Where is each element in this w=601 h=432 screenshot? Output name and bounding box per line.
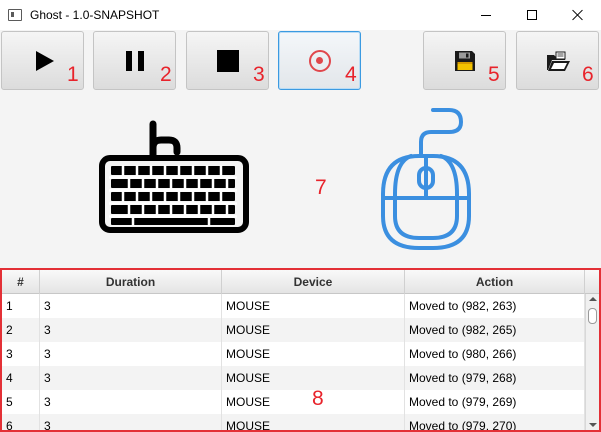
cell-index: 1 xyxy=(2,294,40,318)
device-illustration: 7 xyxy=(0,92,601,268)
marker-label: 6 xyxy=(582,63,594,86)
record-button[interactable]: 4 xyxy=(278,31,361,90)
cell-duration: 3 xyxy=(40,366,222,390)
table-scrollbar[interactable] xyxy=(585,294,599,430)
cell-index: 4 xyxy=(2,366,40,390)
open-button[interactable]: 6 xyxy=(516,31,599,90)
cell-device: MOUSE xyxy=(222,342,405,366)
marker-label: 3 xyxy=(253,63,265,86)
table-row[interactable]: 3 3 MOUSE Moved to (980, 266) xyxy=(2,342,585,366)
marker-label: 7 xyxy=(315,176,327,199)
open-folder-icon xyxy=(546,51,570,71)
stop-button[interactable]: 3 xyxy=(186,31,269,90)
marker-label: 4 xyxy=(345,63,357,86)
pause-button[interactable]: 2 xyxy=(93,31,176,90)
close-icon xyxy=(572,9,584,21)
column-header-device[interactable]: Device xyxy=(222,270,405,294)
minimize-button[interactable] xyxy=(463,0,509,30)
column-header-action[interactable]: Action xyxy=(405,270,585,294)
table-header: # Duration Device Action xyxy=(2,270,585,294)
marker-label: 2 xyxy=(160,63,172,86)
window-title: Ghost - 1.0-SNAPSHOT xyxy=(30,8,160,22)
app-window-icon xyxy=(8,9,22,21)
cell-index: 5 xyxy=(2,390,40,414)
title-bar: Ghost - 1.0-SNAPSHOT xyxy=(0,0,601,30)
table-row[interactable]: 6 3 MOUSE Moved to (979, 270) xyxy=(2,414,585,430)
record-icon xyxy=(308,49,331,72)
cell-action: Moved to (979, 269) xyxy=(405,390,585,414)
cell-duration: 3 xyxy=(40,414,222,430)
save-floppy-icon xyxy=(454,50,475,71)
marker-label: 5 xyxy=(488,63,500,86)
maximize-button[interactable] xyxy=(509,0,555,30)
cell-action: Moved to (979, 268) xyxy=(405,366,585,390)
cell-index: 3 xyxy=(2,342,40,366)
actions-table: # Duration Device Action 1 3 MOUSE Moved… xyxy=(0,268,601,432)
play-icon xyxy=(35,50,54,71)
scroll-down-icon[interactable] xyxy=(589,423,597,427)
cell-device: MOUSE xyxy=(222,318,405,342)
cell-action: Moved to (982, 265) xyxy=(405,318,585,342)
maximize-icon xyxy=(527,10,537,20)
keyboard-icon xyxy=(99,120,249,233)
cell-index: 6 xyxy=(2,414,40,430)
mouse-icon xyxy=(381,108,471,250)
column-header-duration[interactable]: Duration xyxy=(40,270,222,294)
minimize-icon xyxy=(481,14,491,16)
play-button[interactable]: 1 xyxy=(1,31,84,90)
cell-index: 2 xyxy=(2,318,40,342)
table-row[interactable]: 1 3 MOUSE Moved to (982, 263) xyxy=(2,294,585,318)
cell-duration: 3 xyxy=(40,342,222,366)
scroll-up-icon[interactable] xyxy=(589,297,597,301)
cell-device: MOUSE xyxy=(222,414,405,430)
stop-icon xyxy=(216,49,239,72)
cell-duration: 3 xyxy=(40,390,222,414)
main-content: 1 2 3 4 5 6 7 # Duration Device Action 1… xyxy=(0,30,601,432)
table-row[interactable]: 2 3 MOUSE Moved to (982, 265) xyxy=(2,318,585,342)
table-row[interactable]: 5 3 MOUSE Moved to (979, 269) xyxy=(2,390,585,414)
cell-duration: 3 xyxy=(40,294,222,318)
pause-icon xyxy=(125,50,144,71)
cell-action: Moved to (982, 263) xyxy=(405,294,585,318)
save-button[interactable]: 5 xyxy=(423,31,506,90)
header-corner xyxy=(585,270,599,294)
column-header-index[interactable]: # xyxy=(2,270,40,294)
marker-label: 1 xyxy=(67,63,79,86)
cell-action: Moved to (979, 270) xyxy=(405,414,585,430)
close-button[interactable] xyxy=(555,0,601,30)
marker-label: 8 xyxy=(312,387,324,410)
scroll-thumb[interactable] xyxy=(588,308,597,324)
cell-action: Moved to (980, 266) xyxy=(405,342,585,366)
cell-device: MOUSE xyxy=(222,294,405,318)
cell-duration: 3 xyxy=(40,318,222,342)
table-row[interactable]: 4 3 MOUSE Moved to (979, 268) xyxy=(2,366,585,390)
